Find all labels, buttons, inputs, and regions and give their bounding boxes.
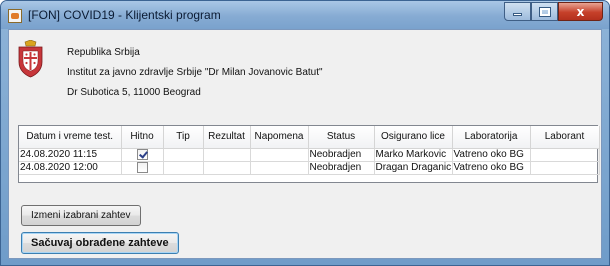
header-country: Republika Srbija (67, 47, 140, 58)
window-controls: x (504, 2, 603, 21)
window-title: [FON] COVID19 - Klijentski program (28, 8, 221, 22)
edit-request-button[interactable]: Izmeni izabrani zahtev (21, 205, 141, 226)
cell-laboratorija[interactable]: Vatreno oko BG (452, 148, 531, 162)
table-header-row: Datum i vreme test. Hitno Tip Rezultat N… (19, 126, 600, 149)
close-icon: x (576, 4, 585, 19)
table-row[interactable]: 24.08.2020 12:00 Neobradjen Dragan Draga… (19, 161, 600, 175)
title-bar[interactable]: [FON] COVID19 - Klijentski program x (1, 1, 609, 29)
hitno-checkbox[interactable] (136, 161, 148, 173)
cell-rezultat[interactable] (203, 161, 251, 175)
maximize-icon (538, 6, 551, 17)
cell-laboratorija[interactable]: Vatreno oko BG (452, 161, 531, 175)
requests-table[interactable]: Datum i vreme test. Hitno Tip Rezultat N… (18, 125, 600, 183)
cell-laborant[interactable] (530, 148, 600, 162)
column-header-tip[interactable]: Tip (163, 126, 204, 149)
main-panel: Republika Srbija Institut za javno zdrav… (8, 29, 602, 259)
cell-osigurano-lice[interactable]: Dragan Draganic (374, 161, 453, 175)
cell-status[interactable]: Neobradjen (308, 148, 375, 162)
column-header-osigurano-lice[interactable]: Osigurano lice (374, 126, 453, 149)
maximize-button[interactable] (531, 2, 558, 21)
column-header-laborant[interactable]: Laborant (530, 126, 600, 149)
column-header-status[interactable]: Status (308, 126, 375, 149)
minimize-button[interactable] (504, 2, 531, 21)
table-row[interactable]: 24.08.2020 11:15 Neobradjen Marko Markov… (19, 148, 600, 162)
column-header-napomena[interactable]: Napomena (250, 126, 309, 149)
serbia-coat-of-arms-icon (18, 40, 43, 78)
cell-osigurano-lice[interactable]: Marko Markovic (374, 148, 453, 162)
cell-datum[interactable]: 24.08.2020 11:15 (19, 148, 122, 162)
cell-hitno[interactable] (121, 161, 164, 175)
column-header-rezultat[interactable]: Rezultat (203, 126, 251, 149)
cell-napomena[interactable] (250, 161, 309, 175)
column-header-laboratorija[interactable]: Laboratorija (452, 126, 531, 149)
cell-status[interactable]: Neobradjen (308, 161, 375, 175)
cell-rezultat[interactable] (203, 148, 251, 162)
hitno-checkbox[interactable] (136, 148, 148, 160)
app-window: [FON] COVID19 - Klijentski program x Rep… (0, 0, 610, 266)
cell-hitno[interactable] (121, 148, 164, 162)
cell-datum[interactable]: 24.08.2020 12:00 (19, 161, 122, 175)
close-button[interactable]: x (558, 2, 603, 21)
cell-tip[interactable] (163, 161, 204, 175)
header-institute: Institut za javno zdravlje Srbije "Dr Mi… (67, 67, 323, 78)
java-app-icon (8, 9, 22, 23)
header-address: Dr Subotica 5, 11000 Beograd (67, 87, 201, 98)
cell-napomena[interactable] (250, 148, 309, 162)
cell-laborant[interactable] (530, 161, 600, 175)
save-processed-requests-button[interactable]: Sačuvaj obrađene zahteve (21, 232, 179, 254)
column-header-hitno[interactable]: Hitno (121, 126, 164, 149)
column-header-datum[interactable]: Datum i vreme test. (19, 126, 122, 149)
minimize-icon (513, 13, 522, 16)
cell-tip[interactable] (163, 148, 204, 162)
